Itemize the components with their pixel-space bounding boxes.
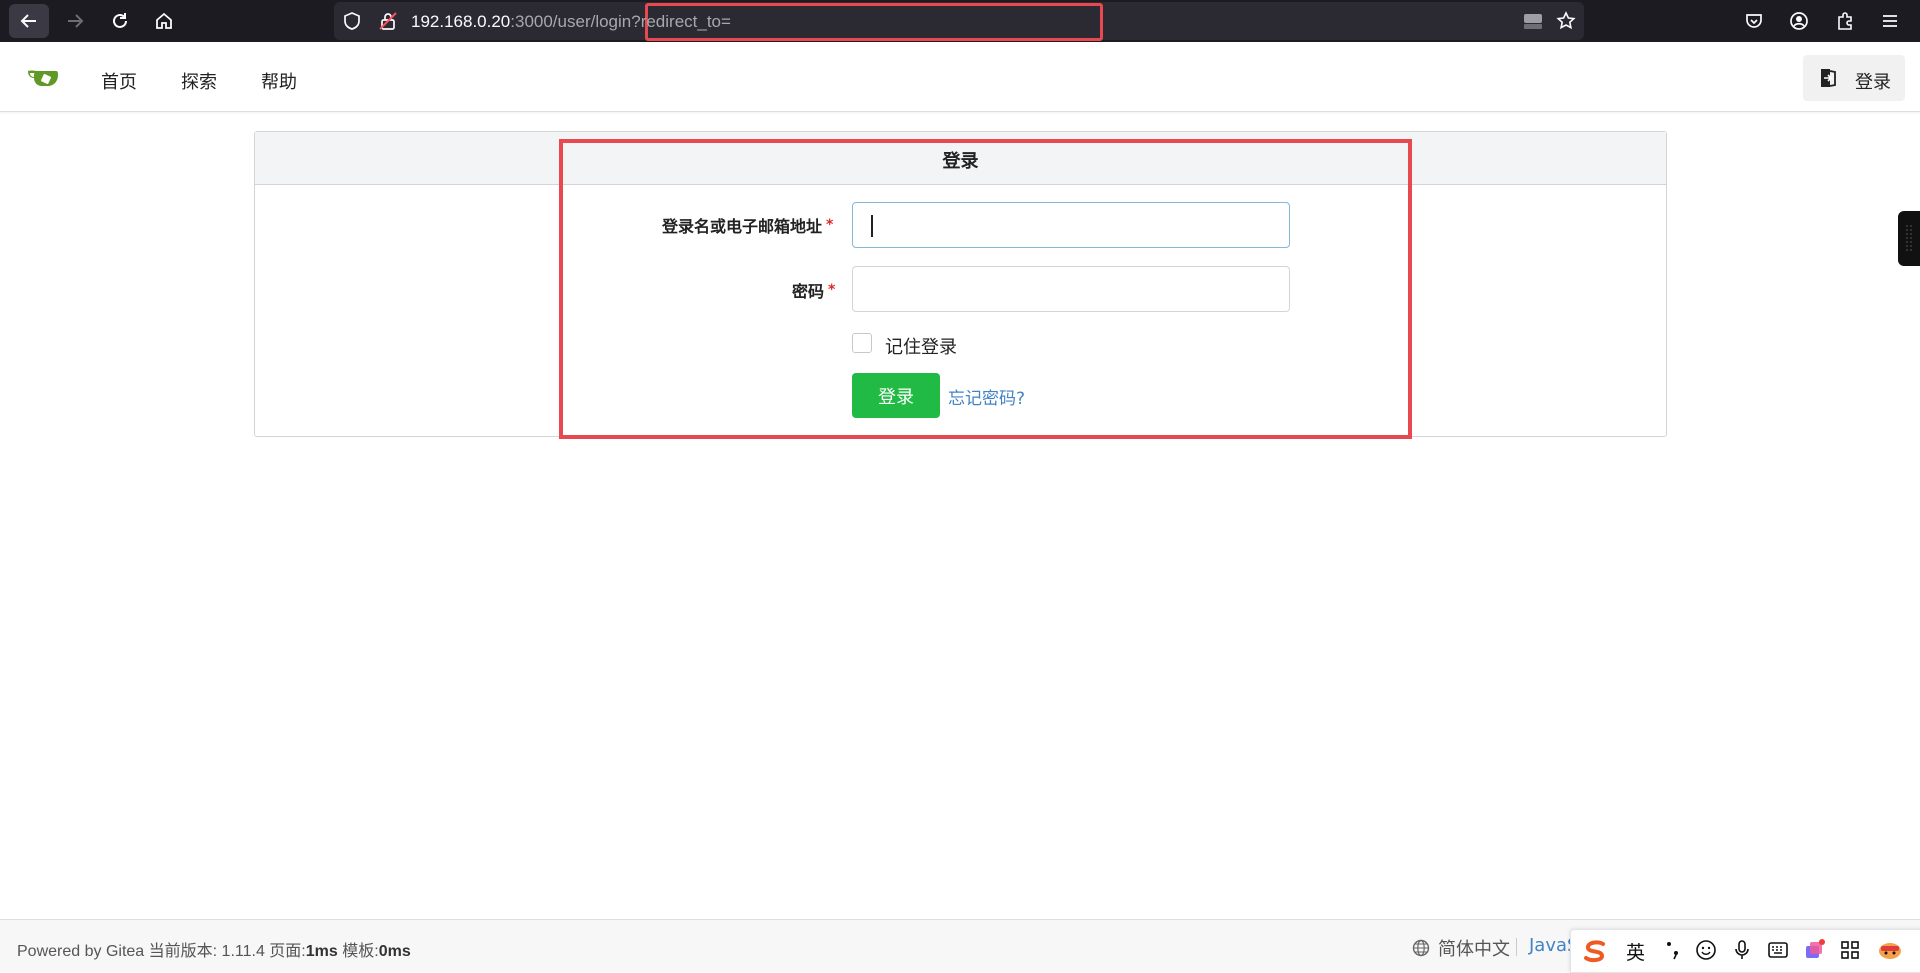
extensions-icon[interactable] [1835, 11, 1855, 31]
footer-info: Powered by Gitea 当前版本: 1.11.4 页面:1ms 模板:… [17, 943, 411, 960]
forward-arrow-icon [68, 14, 84, 28]
star-icon[interactable] [1556, 11, 1576, 31]
powered-by-link[interactable]: Powered by Gitea [17, 943, 144, 960]
password-label: 密码 * [792, 282, 836, 301]
header-signin-label: 登录 [1855, 72, 1891, 93]
login-submit-button[interactable]: 登录 [852, 373, 940, 418]
remember-checkbox[interactable] [852, 333, 872, 353]
emoji-icon[interactable] [1695, 939, 1717, 961]
back-arrow-icon [20, 14, 36, 28]
ime-toolbar: 英 [1570, 929, 1920, 973]
url-text[interactable]: 192.168.0.20:3000/user/login?redirect_to… [411, 12, 731, 32]
remember-label[interactable]: 记住登录 [885, 333, 957, 359]
header-signin-button[interactable]: 登录 [1803, 55, 1905, 101]
version-text: 1.11.4 [221, 943, 265, 960]
text-caret [871, 215, 873, 237]
skin-icon[interactable] [1803, 939, 1825, 961]
reload-icon [113, 13, 127, 28]
password-input[interactable] [852, 266, 1290, 312]
nav-explore[interactable]: 探索 [181, 68, 217, 94]
forward-button[interactable] [55, 4, 95, 38]
sogou-mascot-icon[interactable] [1875, 939, 1905, 961]
keyboard-icon[interactable] [1767, 939, 1789, 961]
side-panel-tab[interactable] [1898, 211, 1920, 266]
nav-help[interactable]: 帮助 [261, 68, 297, 94]
shield-icon[interactable] [342, 11, 362, 31]
gitea-logo-icon[interactable] [26, 66, 64, 90]
required-mark: * [826, 217, 834, 233]
insecure-lock-icon[interactable] [378, 11, 398, 31]
grip-icon [1906, 225, 1912, 251]
address-bar[interactable]: 192.168.0.20:3000/user/login?redirect_to… [334, 2, 1584, 41]
sign-in-icon [1821, 69, 1836, 87]
browser-toolbar: 192.168.0.20:3000/user/login?redirect_to… [0, 0, 1920, 42]
toolbox-grid-icon[interactable] [1839, 939, 1861, 961]
menu-icon[interactable] [1880, 11, 1900, 31]
drive-icon[interactable] [1522, 11, 1544, 31]
site-navbar: 首页 探索 帮助 登录 [0, 46, 1920, 112]
pocket-icon[interactable] [1744, 11, 1764, 31]
template-time: 0ms [378, 943, 411, 960]
punctuation-icon[interactable] [1663, 939, 1683, 961]
back-button[interactable] [9, 4, 49, 38]
home-button[interactable] [144, 4, 184, 38]
ime-mode[interactable]: 英 [1626, 938, 1645, 965]
reload-button[interactable] [100, 4, 140, 38]
username-label: 登录名或电子邮箱地址 * [662, 217, 834, 236]
forgot-password-link[interactable]: 忘记密码? [948, 384, 1025, 409]
login-title: 登录 [942, 151, 979, 172]
language-label: 简体中文 [1438, 939, 1510, 960]
required-mark: * [828, 282, 836, 298]
globe-icon [1412, 939, 1430, 957]
footer-divider [1516, 938, 1517, 956]
account-icon[interactable] [1789, 11, 1809, 31]
microphone-icon[interactable] [1733, 939, 1751, 961]
home-icon [156, 12, 172, 29]
username-input[interactable] [852, 202, 1290, 248]
login-card-header: 登录 [255, 132, 1666, 185]
page-time: 1ms [305, 943, 338, 960]
language-selector[interactable]: 简体中文 [1412, 935, 1510, 961]
nav-home[interactable]: 首页 [101, 68, 137, 94]
sogou-logo-icon[interactable] [1581, 939, 1609, 963]
